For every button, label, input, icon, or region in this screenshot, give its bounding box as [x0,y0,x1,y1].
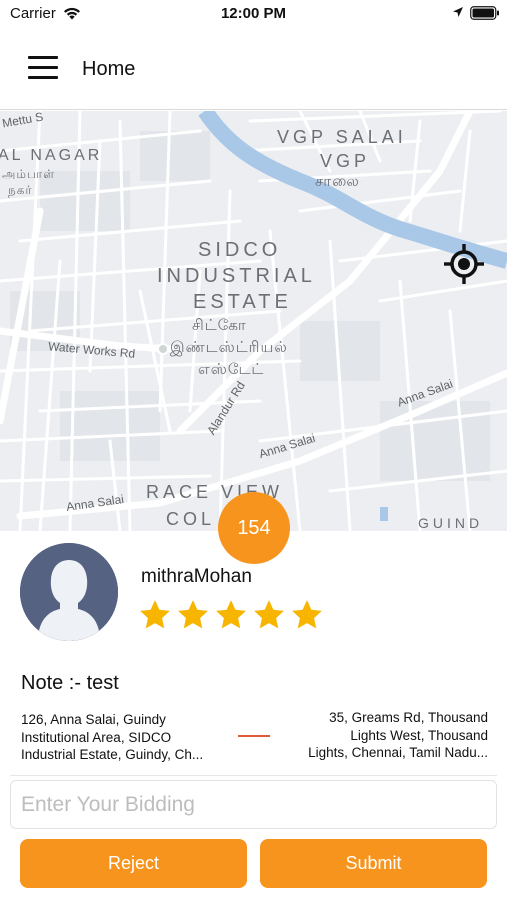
map-label-guindy: GUIND [418,515,484,531]
star-icon [216,600,246,629]
bid-input[interactable] [10,780,497,829]
map-label-sidco-2: INDUSTRIAL [157,265,316,287]
map-label-nagar: AL NAGAR [0,147,103,164]
page-title: Home [82,58,136,80]
reject-button[interactable]: Reject [20,839,247,888]
pickup-address-line: Industrial Estate, Guindy, Ch... [21,747,204,762]
note-text: Note :- test [21,672,119,694]
price-badge: 154 [218,492,290,564]
hamburger-menu-icon[interactable] [28,56,58,80]
drop-address-line: 35, Greams Rd, Thousand [329,710,488,725]
divider [10,775,497,776]
pickup-address-line: Institutional Area, SIDCO [21,729,172,745]
drop-address: 35, Greams Rd, Thousand Lights West, Tho… [275,709,488,762]
map-streets [0,111,507,531]
star-icon [178,600,208,629]
pickup-address-line: 126, Anna Salai, Guindy [21,712,166,727]
map-view[interactable]: Mettu S AL NAGAR அம்பாள் நகர் VGP SALAI … [0,111,507,531]
map-label-sidco-1: SIDCO [198,239,282,261]
status-bar: Carrier 12:00 PM [0,0,507,30]
map-label-sidco-ta3: எஸ்டேட் [198,361,265,378]
map-label-sidco-ta2: இண்டஸ்ட்ரியல் [170,339,288,356]
submit-button[interactable]: Submit [260,839,487,888]
map-label-vgp-salai: VGP SALAI [277,127,407,147]
drop-address-line: Lights West, Thousand [350,727,488,743]
route-connector-line [238,735,270,737]
map-label-nagar-ta2: நகர் [8,183,33,197]
pickup-address: 126, Anna Salai, Guindy Institutional Ar… [21,711,236,764]
map-label-nagar-ta1: அம்பாள் [2,167,56,181]
location-arrow-icon [453,7,463,17]
gps-target-icon[interactable] [439,239,489,289]
battery-icon [470,6,499,20]
star-icon [292,600,322,629]
star-rating [138,598,324,632]
map-label-col: COL [166,509,216,529]
drop-address-line: Lights, Chennai, Tamil Nadu... [308,745,488,760]
map-label-sidco-3: ESTATE [193,291,292,313]
map-label-vgp: VGP [320,151,371,171]
default-avatar-icon [20,543,118,641]
nav-bar: Home [0,30,507,110]
status-time: 12:00 PM [220,5,287,22]
map-label-vgp-ta: சாலை [315,173,360,190]
map-label-sidco-ta1: சிட்கோ [192,317,247,334]
star-icon [140,600,170,629]
user-name: mithraMohan [141,566,252,587]
star-icon [254,600,284,629]
